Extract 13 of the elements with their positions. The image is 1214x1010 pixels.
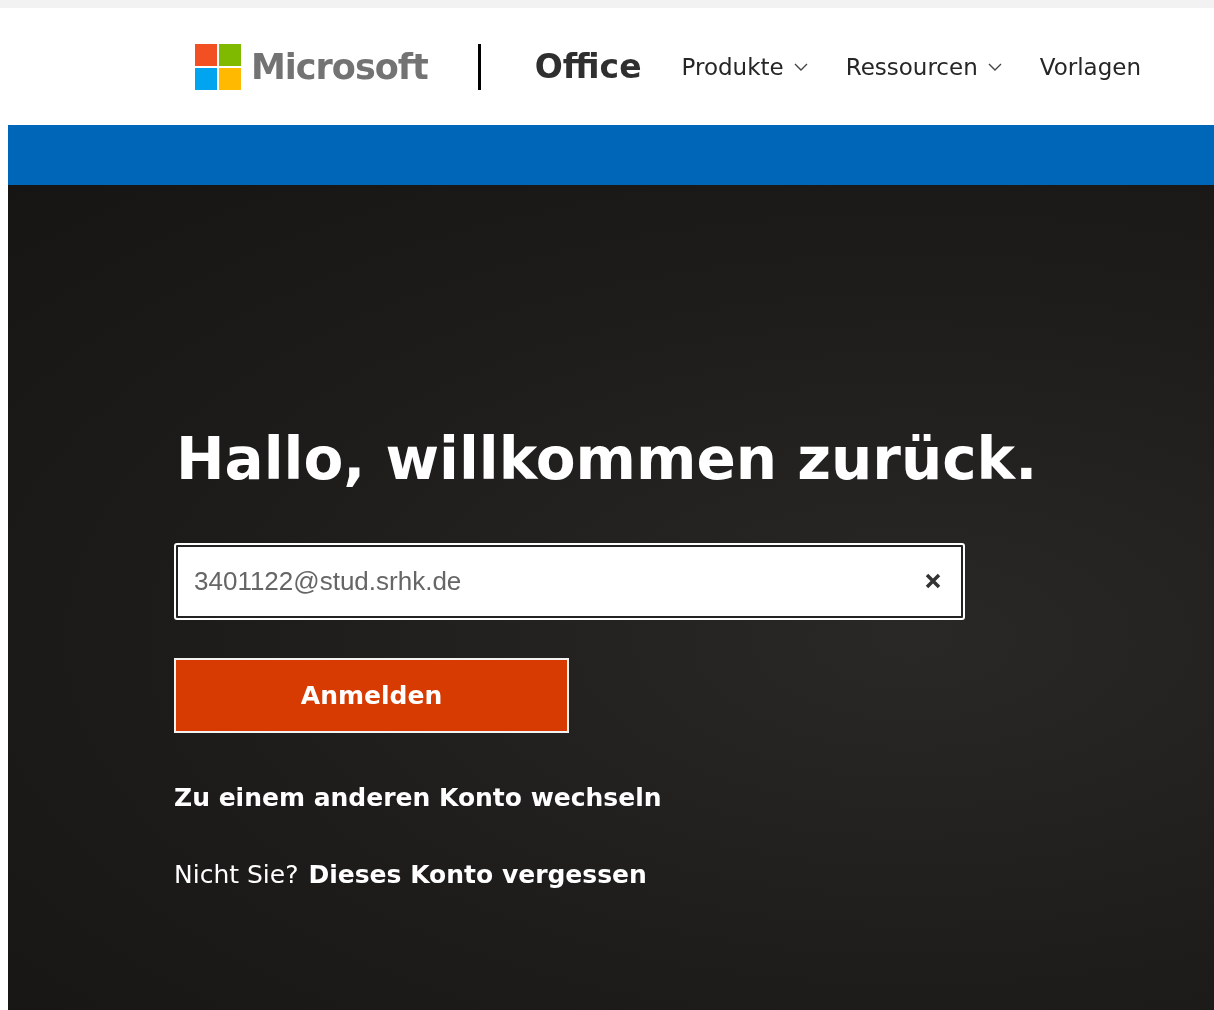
forget-account-link[interactable]: Dieses Konto vergessen <box>308 860 647 889</box>
nav-dropdown[interactable]: Ressourcen <box>845 53 1002 80</box>
nav-link[interactable]: Vorlagen <box>1039 53 1142 80</box>
microsoft-logo[interactable] <box>195 43 241 90</box>
welcome-heading: Hallo, willkommen zurück. <box>176 425 1039 493</box>
switch-account-link[interactable]: Zu einem anderen Konto wechseln <box>174 783 662 812</box>
not-you-text: Nicht Sie? <box>174 860 299 889</box>
email-field[interactable]: 3401122@stud.srhk.de <box>174 543 965 620</box>
brand-name: Microsoft <box>251 46 428 87</box>
product-name[interactable]: Office <box>534 47 642 86</box>
sign-in-button[interactable]: Anmelden <box>174 658 569 733</box>
clear-icon[interactable] <box>923 571 943 591</box>
nav-dropdown[interactable]: Produkte <box>681 53 808 80</box>
